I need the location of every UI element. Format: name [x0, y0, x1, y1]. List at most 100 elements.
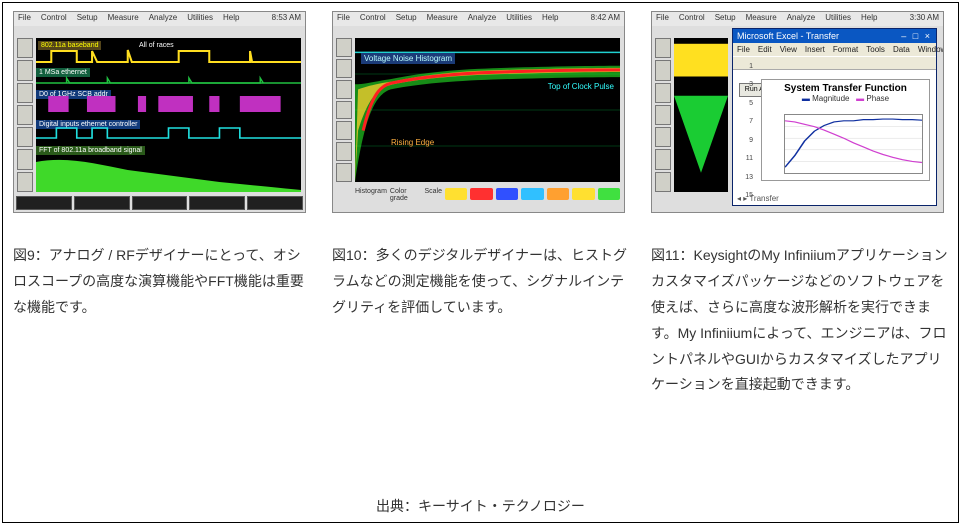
menu-item[interactable]: Analyze — [468, 13, 496, 25]
excel-title-text: Microsoft Excel - Transfer — [737, 31, 839, 41]
sheet-name: Transfer — [749, 194, 779, 203]
side-button[interactable] — [17, 83, 33, 103]
color-chip[interactable] — [445, 188, 467, 200]
color-chip[interactable] — [470, 188, 492, 200]
figure-11-thumbnail: File Control Setup Measure Analyze Utili… — [651, 11, 944, 213]
excel-titlebar[interactable]: Microsoft Excel - Transfer – □ × — [733, 29, 936, 43]
figure-11-caption: 図11：KeysightのMy Infiniiumアプリケーションカスタマイズパ… — [651, 243, 948, 398]
fig11-scope-strip — [674, 38, 728, 192]
fig9-side-buttons — [17, 38, 33, 192]
sheet-tab[interactable]: ◂ ▸ Transfer — [737, 194, 779, 203]
menu-item[interactable]: File — [337, 13, 350, 25]
menu-item[interactable]: Utilities — [187, 13, 213, 25]
color-chip[interactable] — [496, 188, 518, 200]
side-button[interactable] — [17, 38, 33, 58]
fig11-side-buttons — [655, 38, 671, 192]
side-button[interactable] — [655, 127, 671, 147]
menu-item[interactable]: Window — [918, 45, 944, 54]
menu-item[interactable]: Help — [542, 13, 558, 25]
excel-window: Microsoft Excel - Transfer – □ × File Ed… — [732, 28, 937, 206]
side-button[interactable] — [336, 101, 352, 120]
readout[interactable] — [189, 196, 245, 210]
chart-legend: ▬ Magnitude ▬ Phase — [762, 94, 929, 103]
menu-item[interactable]: File — [656, 13, 669, 25]
menu-item[interactable]: Control — [360, 13, 386, 25]
source-line: 出典：キーサイト・テクノロジー — [13, 490, 948, 516]
color-chip[interactable] — [598, 188, 620, 200]
menu-item[interactable]: Setup — [77, 13, 98, 25]
trace-cyan — [36, 124, 301, 142]
side-button[interactable] — [17, 127, 33, 147]
menu-item[interactable]: Utilities — [506, 13, 532, 25]
menu-item[interactable]: Setup — [715, 13, 736, 25]
readout[interactable] — [247, 196, 303, 210]
side-button[interactable] — [655, 149, 671, 169]
menu-item[interactable]: Help — [223, 13, 239, 25]
menu-item[interactable]: Setup — [396, 13, 417, 25]
figure-11-column: File Control Setup Measure Analyze Utili… — [651, 11, 948, 398]
figure-10-caption: 図10：多くのデジタルデザイナーは、ヒストグラムなどの測定機能を使って、シグナル… — [332, 243, 629, 321]
side-button[interactable] — [17, 149, 33, 169]
readout[interactable] — [16, 196, 72, 210]
fig10-chips: Histogram Color grade Scale — [355, 186, 620, 208]
menu-item[interactable]: Format — [833, 45, 858, 54]
menu-item[interactable]: Control — [41, 13, 67, 25]
legend-phase: Phase — [866, 94, 889, 103]
side-button[interactable] — [17, 172, 33, 192]
menu-item[interactable]: Data — [893, 45, 910, 54]
menu-item[interactable]: Measure — [746, 13, 777, 25]
side-button[interactable] — [336, 142, 352, 161]
menu-item[interactable]: Control — [679, 13, 705, 25]
fig9-menubar: File Control Setup Measure Analyze Utili… — [14, 12, 305, 26]
menu-item[interactable]: Analyze — [787, 13, 815, 25]
excel-menubar: File Edit View Insert Format Tools Data … — [733, 43, 936, 56]
menu-item[interactable]: Help — [861, 13, 877, 25]
menu-item[interactable]: Measure — [427, 13, 458, 25]
color-chip[interactable] — [547, 188, 569, 200]
marker-label: Scale — [424, 188, 442, 195]
fig10-scope: Voltage Noise Histogram Top of Clock Pul… — [355, 38, 620, 182]
window-controls[interactable]: – □ × — [901, 31, 932, 41]
side-button[interactable] — [655, 60, 671, 80]
trace-magenta — [36, 92, 301, 116]
side-button[interactable] — [655, 105, 671, 125]
side-button[interactable] — [336, 163, 352, 182]
fig10-side-buttons — [336, 38, 352, 182]
trace-yellow — [36, 48, 301, 66]
menu-item[interactable]: Utilities — [825, 13, 851, 25]
readout[interactable] — [74, 196, 130, 210]
excel-toolbar[interactable] — [733, 56, 936, 70]
row-numbers: 13579111315 — [739, 63, 753, 199]
side-button[interactable] — [17, 105, 33, 125]
menu-item[interactable]: File — [18, 13, 31, 25]
side-button[interactable] — [17, 60, 33, 80]
side-button[interactable] — [336, 80, 352, 99]
figure-9-thumbnail: File Control Setup Measure Analyze Utili… — [13, 11, 306, 213]
annotation: Rising Edge — [391, 138, 434, 147]
histogram-label: Voltage Noise Histogram — [361, 53, 455, 64]
side-button[interactable] — [655, 83, 671, 103]
marker-label: Color grade — [390, 188, 422, 202]
menu-item[interactable]: Tools — [866, 45, 885, 54]
side-button[interactable] — [655, 172, 671, 192]
color-chip[interactable] — [521, 188, 543, 200]
side-button[interactable] — [655, 38, 671, 58]
side-button[interactable] — [336, 121, 352, 140]
menu-item[interactable]: Analyze — [149, 13, 177, 25]
clock: 3:30 AM — [910, 13, 939, 25]
menu-item[interactable]: File — [737, 45, 750, 54]
readout[interactable] — [132, 196, 188, 210]
color-chip[interactable] — [572, 188, 594, 200]
menu-item[interactable]: Measure — [108, 13, 139, 25]
side-button[interactable] — [336, 59, 352, 78]
marker-label: Histogram — [355, 188, 387, 195]
figure-10-column: File Control Setup Measure Analyze Utili… — [332, 11, 629, 321]
side-button[interactable] — [336, 38, 352, 57]
annotation: Top of Clock Pulse — [548, 82, 614, 91]
fft-spectrum — [36, 152, 301, 192]
menu-item[interactable]: Edit — [758, 45, 772, 54]
fig11-menubar: File Control Setup Measure Analyze Utili… — [652, 12, 943, 26]
menu-item[interactable]: Insert — [805, 45, 825, 54]
document-frame: File Control Setup Measure Analyze Utili… — [2, 2, 959, 523]
menu-item[interactable]: View — [780, 45, 797, 54]
